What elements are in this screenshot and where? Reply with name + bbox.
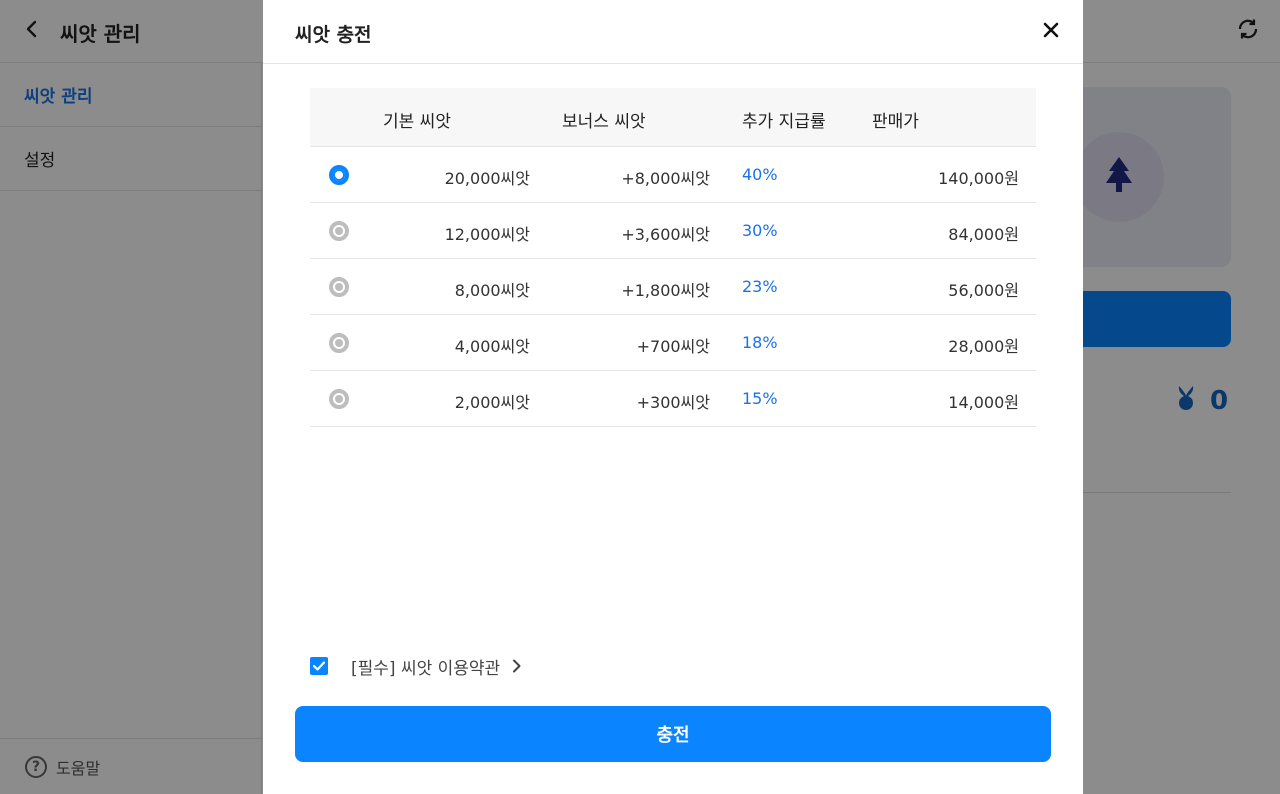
column-price: 판매가	[872, 112, 919, 132]
base-seed: 8,000씨앗	[454, 281, 530, 300]
bonus-seed: +300씨앗	[636, 393, 710, 412]
price: 84,000원	[948, 225, 1019, 244]
radio-button[interactable]	[329, 389, 349, 409]
base-seed: 2,000씨앗	[454, 393, 530, 412]
chevron-right-icon[interactable]	[512, 659, 522, 673]
base-seed: 12,000씨앗	[444, 225, 530, 244]
close-button[interactable]	[1037, 18, 1065, 46]
terms-agreement[interactable]: [필수] 씨앗 이용약관	[310, 654, 522, 679]
price: 28,000원	[948, 337, 1019, 356]
charge-button[interactable]: 충전	[295, 706, 1051, 762]
bonus-rate: 30%	[742, 221, 778, 240]
price: 56,000원	[948, 281, 1019, 300]
modal-header: 씨앗 충전	[263, 0, 1083, 64]
table-header: 기본 씨앗 보너스 씨앗 추가 지급률 판매가	[310, 88, 1036, 147]
bonus-seed: +8,000씨앗	[621, 169, 710, 188]
bonus-seed: +3,600씨앗	[621, 225, 710, 244]
base-seed: 4,000씨앗	[454, 337, 530, 356]
modal-title: 씨앗 충전	[295, 24, 372, 46]
radio-button[interactable]	[329, 165, 349, 185]
bonus-rate: 18%	[742, 333, 778, 352]
radio-button[interactable]	[329, 333, 349, 353]
column-bonus-rate: 추가 지급률	[742, 112, 826, 132]
seed-package-table: 기본 씨앗 보너스 씨앗 추가 지급률 판매가 20,000씨앗 +8,000씨…	[310, 88, 1036, 427]
bonus-rate: 23%	[742, 277, 778, 296]
bonus-rate: 15%	[742, 389, 778, 408]
price: 14,000원	[948, 393, 1019, 412]
base-seed: 20,000씨앗	[444, 169, 530, 188]
radio-button[interactable]	[329, 277, 349, 297]
terms-label[interactable]: [필수] 씨앗 이용약관	[351, 654, 500, 679]
bonus-rate: 40%	[742, 165, 778, 184]
table-row[interactable]: 8,000씨앗 +1,800씨앗 23% 56,000원	[310, 259, 1036, 315]
bonus-seed: +700씨앗	[636, 337, 710, 356]
bonus-seed: +1,800씨앗	[621, 281, 710, 300]
column-base-seed: 기본 씨앗	[383, 112, 451, 132]
column-bonus-seed: 보너스 씨앗	[562, 112, 646, 132]
price: 140,000원	[938, 169, 1019, 188]
check-icon	[312, 656, 326, 676]
table-row[interactable]: 4,000씨앗 +700씨앗 18% 28,000원	[310, 315, 1036, 371]
seed-charge-modal: 씨앗 충전 기본 씨앗 보너스 씨앗 추가 지급률 판매가 20,000씨앗 +…	[263, 0, 1083, 794]
radio-button[interactable]	[329, 221, 349, 241]
table-row[interactable]: 2,000씨앗 +300씨앗 15% 14,000원	[310, 371, 1036, 427]
table-row[interactable]: 12,000씨앗 +3,600씨앗 30% 84,000원	[310, 203, 1036, 259]
table-row[interactable]: 20,000씨앗 +8,000씨앗 40% 140,000원	[310, 147, 1036, 203]
terms-checkbox[interactable]	[310, 657, 328, 675]
close-icon	[1043, 22, 1059, 42]
